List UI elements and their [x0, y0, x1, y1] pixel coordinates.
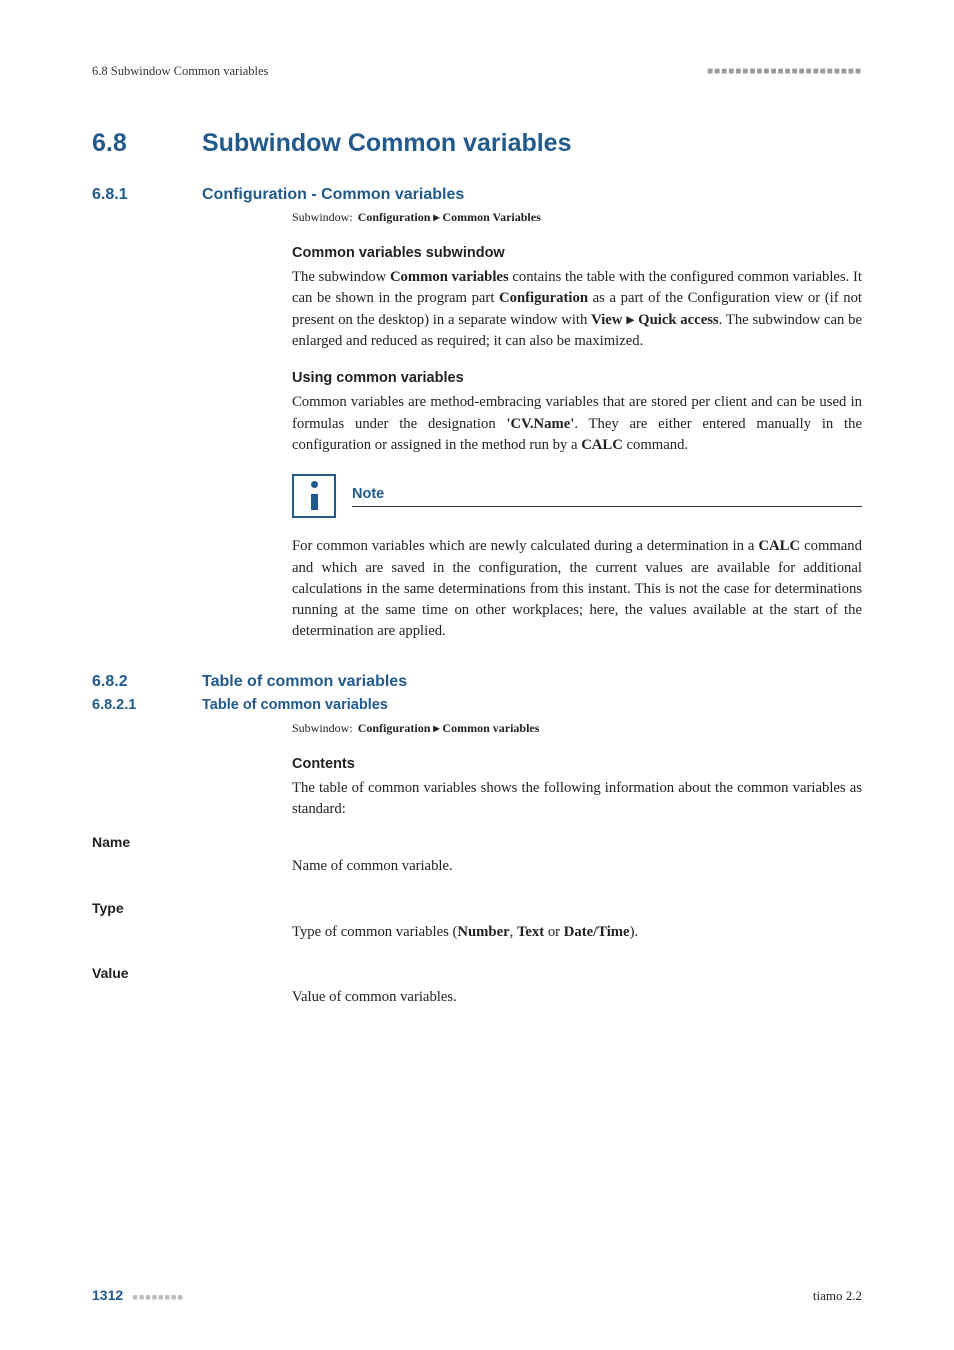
section-number: 6.8: [92, 129, 202, 158]
text: The subwindow: [292, 269, 390, 285]
text: ,: [510, 924, 517, 940]
section-number: 6.8.2: [92, 673, 202, 691]
subheading-using-common-variables: Using common variables: [292, 370, 862, 386]
paragraph: The table of common variables shows the …: [292, 778, 862, 821]
paragraph: The subwindow Common variables contains …: [292, 267, 862, 352]
text: ).: [630, 924, 639, 940]
page-footer: 1312 ■■■■■■■■ tiamo 2.2: [92, 1287, 862, 1304]
section-title: Table of common variables: [202, 697, 388, 713]
note-block: Note For common variables which are newl…: [292, 474, 862, 643]
subwindow-path: Subwindow: Configuration ▸ Common Variab…: [292, 210, 862, 225]
definition-name: Name Name of common variable.: [92, 834, 862, 877]
text: For common variables which are newly cal…: [292, 538, 758, 554]
subheading-contents: Contents: [292, 756, 862, 772]
section-heading-6-8-2-1: 6.8.2.1 Table of common variables: [92, 697, 862, 713]
text: Type of common variables (: [292, 924, 457, 940]
note-title: Note: [352, 486, 384, 502]
info-icon: [292, 474, 336, 518]
subwindow-seg: Configuration: [358, 721, 431, 735]
section-number: 6.8.1: [92, 186, 202, 204]
definition-body: Value of common variables.: [292, 965, 457, 1008]
running-header: 6.8 Subwindow Common variables ■■■■■■■■■…: [92, 64, 862, 79]
subwindow-seg: Common Variables: [442, 210, 540, 224]
text: command.: [623, 437, 688, 453]
header-dots: ■■■■■■■■■■■■■■■■■■■■■■: [707, 66, 862, 77]
subheading-common-variables-subwindow: Common variables subwindow: [292, 245, 862, 261]
note-header: Note: [292, 474, 862, 518]
section-title: Subwindow Common variables: [202, 129, 572, 158]
page-number: 1312: [92, 1287, 123, 1303]
section-heading-6-8: 6.8 Subwindow Common variables: [92, 129, 862, 158]
definition-body: Name of common variable.: [292, 834, 453, 877]
definition-label: Value: [92, 965, 292, 1008]
text-bold: CALC: [581, 437, 623, 453]
definition-label: Type: [92, 900, 292, 943]
subwindow-path: Subwindow: Configuration ▸ Common variab…: [292, 721, 862, 736]
section-heading-6-8-2: 6.8.2 Table of common variables: [92, 673, 862, 691]
text-bold: Number: [457, 924, 509, 940]
note-body: For common variables which are newly cal…: [292, 536, 862, 643]
definition-body: Type of common variables (Number, Text o…: [292, 900, 638, 943]
running-header-text: 6.8 Subwindow Common variables: [92, 64, 268, 79]
subwindow-label: Subwindow:: [292, 210, 353, 224]
text-bold: Quick access: [638, 312, 718, 328]
footer-dots: ■■■■■■■■: [132, 1292, 184, 1302]
text-bold: Text: [517, 924, 544, 940]
footer-right: tiamo 2.2: [813, 1288, 862, 1304]
subwindow-label: Subwindow:: [292, 721, 353, 735]
arrow-icon: ▸: [622, 312, 638, 328]
note-title-wrap: Note: [352, 485, 862, 507]
subwindow-seg: Configuration: [358, 210, 431, 224]
content-column: Subwindow: Configuration ▸ Common Variab…: [292, 210, 862, 643]
text-bold: Date/Time: [564, 924, 630, 940]
text-bold: Common variables: [390, 269, 509, 285]
subwindow-arrow-icon: ▸: [433, 210, 439, 224]
text-bold: View: [591, 312, 622, 328]
section-title: Table of common variables: [202, 673, 407, 691]
section-heading-6-8-1: 6.8.1 Configuration - Common variables: [92, 186, 862, 204]
definition-label: Name: [92, 834, 292, 877]
content-column: Subwindow: Configuration ▸ Common variab…: [292, 721, 862, 821]
subwindow-seg: Common variables: [442, 721, 539, 735]
subwindow-arrow-icon: ▸: [433, 721, 439, 735]
footer-left: 1312 ■■■■■■■■: [92, 1287, 184, 1304]
text: or: [544, 924, 564, 940]
text-bold: Configuration: [499, 290, 588, 306]
section-title: Configuration - Common variables: [202, 186, 464, 204]
definition-type: Type Type of common variables (Number, T…: [92, 900, 862, 943]
text-bold: 'CV.Name': [506, 416, 574, 432]
text-bold: CALC: [758, 538, 800, 554]
section-number: 6.8.2.1: [92, 697, 202, 713]
paragraph: Common variables are method-embracing va…: [292, 392, 862, 456]
definition-value: Value Value of common variables.: [92, 965, 862, 1008]
